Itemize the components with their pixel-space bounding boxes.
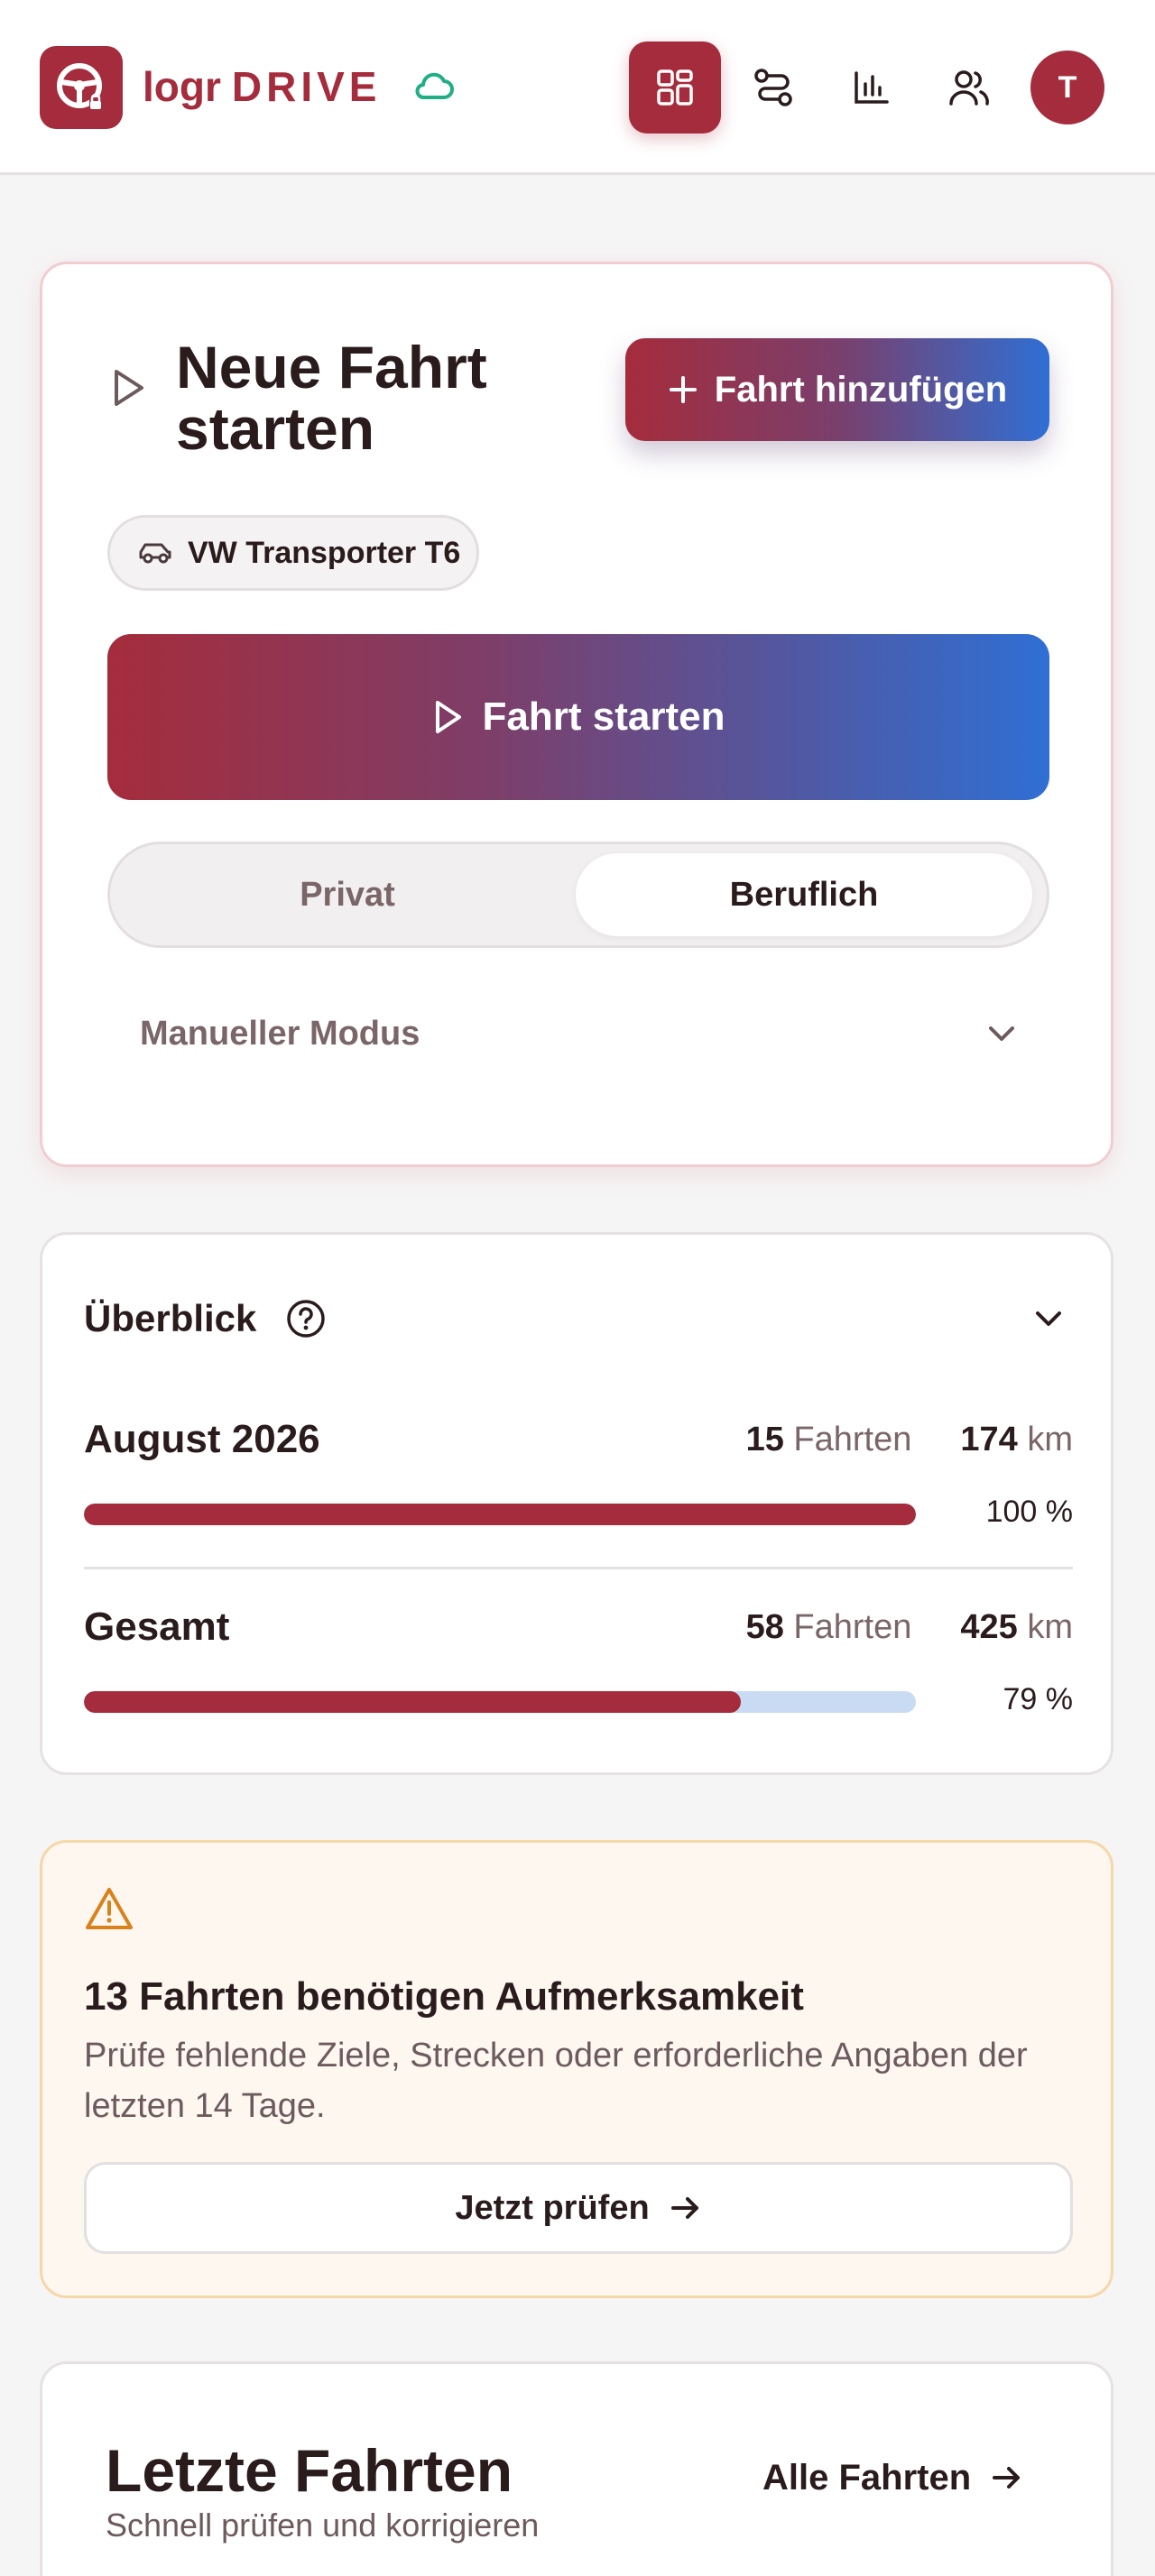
start-trip-label: Fahrt starten	[482, 695, 725, 739]
nav-users-button[interactable]	[923, 41, 1015, 133]
all-trips-label: Alle Fahrten	[762, 2457, 972, 2498]
progress-fill	[84, 1691, 742, 1713]
stat-values: 58 Fahrten 425 km	[746, 1608, 1073, 1647]
attention-description: Prüfe fehlende Ziele, Strecken oder erfo…	[84, 2037, 1028, 2125]
trip-count: 58	[745, 1608, 784, 1646]
brand-drive: DRIVE	[231, 63, 382, 110]
attention-title: 13 Fahrten benötigen Aufmerksamkeit	[84, 1974, 804, 2019]
nav-routes-button[interactable]	[727, 41, 819, 133]
start-trip-button[interactable]: Fahrt starten	[107, 634, 1049, 800]
brand-logr: logr	[143, 63, 221, 110]
warning-icon	[86, 1888, 133, 1929]
trip-count-unit: Fahrten	[793, 1421, 912, 1458]
km-unit: km	[1027, 1421, 1073, 1458]
chevron-down-icon	[989, 1026, 1014, 1041]
new-trip-title: Neue Fahrt starten	[176, 334, 487, 462]
divider	[84, 1567, 1073, 1569]
app-logo[interactable]	[40, 46, 123, 129]
add-trip-button[interactable]: Fahrt hinzufügen	[625, 338, 1049, 441]
stat-label: August 2026	[84, 1417, 320, 1461]
km-value: 174	[960, 1421, 1018, 1458]
help-icon[interactable]	[285, 1298, 327, 1339]
stat-values: 15 Fahrten 174 km	[746, 1421, 1073, 1459]
car-icon	[139, 543, 171, 564]
attention-card: 13 Fahrten benötigen Aufmerksamkeit Prüf…	[40, 1840, 1113, 2298]
progress-bar	[84, 1691, 916, 1713]
app-header: logr DRIVE T	[0, 0, 1155, 175]
users-icon	[949, 70, 989, 106]
recent-trips-title: Letzte Fahrten	[106, 2437, 513, 2504]
toggle-business[interactable]: Beruflich	[576, 853, 1032, 936]
stat-row-total: Gesamt 58 Fahrten 425 km 79 %	[84, 1605, 1073, 1731]
km-value: 425	[960, 1608, 1018, 1646]
trip-count: 15	[745, 1421, 784, 1458]
overview-title: Überblick	[84, 1297, 257, 1339]
dashboard-icon	[657, 69, 693, 106]
overview-header[interactable]: Überblick	[84, 1278, 1073, 1359]
arrow-right-icon	[670, 2197, 698, 2219]
new-trip-card: Neue Fahrt starten Fahrt hinzufügen VW T…	[40, 262, 1113, 1167]
all-trips-link[interactable]: Alle Fahrten	[762, 2451, 1023, 2505]
nav-stats-button[interactable]	[825, 41, 917, 133]
chevron-down-icon	[1036, 1311, 1061, 1326]
manual-mode-expander[interactable]: Manueller Modus	[107, 984, 1049, 1083]
arrow-right-icon	[993, 2467, 1021, 2489]
trip-count-unit: Fahrten	[793, 1608, 912, 1646]
brand-name: logr DRIVE	[143, 61, 381, 112]
routes-icon	[754, 69, 792, 106]
vehicle-selector[interactable]: VW Transporter T6	[107, 515, 479, 591]
trip-type-toggle: Privat Beruflich	[107, 842, 1049, 948]
steering-wheel-icon	[57, 63, 102, 110]
play-icon	[115, 370, 143, 406]
manual-mode-label: Manueller Modus	[140, 1014, 420, 1053]
progress-bar	[84, 1504, 916, 1525]
vehicle-name: VW Transporter T6	[188, 535, 461, 570]
progress-percent: 100 %	[985, 1495, 1073, 1529]
stat-row-month: August 2026 15 Fahrten 174 km 100 %	[84, 1417, 1073, 1543]
recent-trips-card: Letzte Fahrten Schnell prüfen und korrig…	[40, 2361, 1113, 2576]
stats-icon	[855, 71, 889, 104]
progress-percent: 79 %	[1003, 1682, 1074, 1716]
nav-dashboard-button[interactable]	[629, 41, 721, 133]
km-unit: km	[1027, 1608, 1073, 1646]
add-trip-label: Fahrt hinzufügen	[714, 369, 1008, 409]
plus-icon	[669, 376, 697, 403]
play-icon	[435, 701, 461, 733]
check-now-label: Jetzt prüfen	[455, 2188, 650, 2227]
progress-fill	[84, 1504, 916, 1525]
cloud-sync-icon[interactable]	[413, 70, 455, 101]
stat-label: Gesamt	[84, 1605, 230, 1649]
toggle-private[interactable]: Privat	[119, 853, 576, 936]
check-now-button[interactable]: Jetzt prüfen	[84, 2162, 1073, 2254]
recent-trips-subtitle: Schnell prüfen und korrigieren	[106, 2507, 540, 2544]
overview-card: Überblick August 2026 15 Fahrten 174 km …	[40, 1232, 1113, 1775]
user-avatar[interactable]: T	[1030, 51, 1104, 124]
